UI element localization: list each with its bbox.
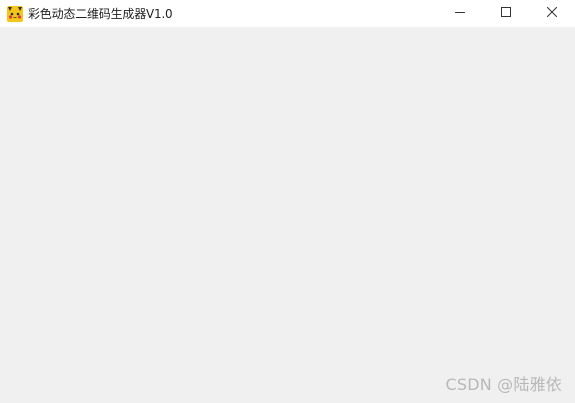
minimize-button[interactable] (437, 0, 483, 24)
client-area: CSDN @陆雅依 (0, 27, 575, 403)
pikachu-icon (7, 5, 23, 22)
watermark-text: CSDN @陆雅依 (445, 375, 562, 394)
close-icon (547, 7, 557, 17)
maximize-button[interactable] (483, 0, 529, 24)
app-window: 彩色动态二维码生成器V1.0 CSDN @陆雅依 (0, 0, 575, 403)
maximize-icon (501, 7, 511, 17)
minimize-icon (455, 7, 465, 17)
title-bar[interactable]: 彩色动态二维码生成器V1.0 (0, 0, 575, 27)
window-title: 彩色动态二维码生成器V1.0 (28, 6, 173, 21)
window-controls (437, 0, 575, 24)
close-button[interactable] (529, 0, 575, 24)
